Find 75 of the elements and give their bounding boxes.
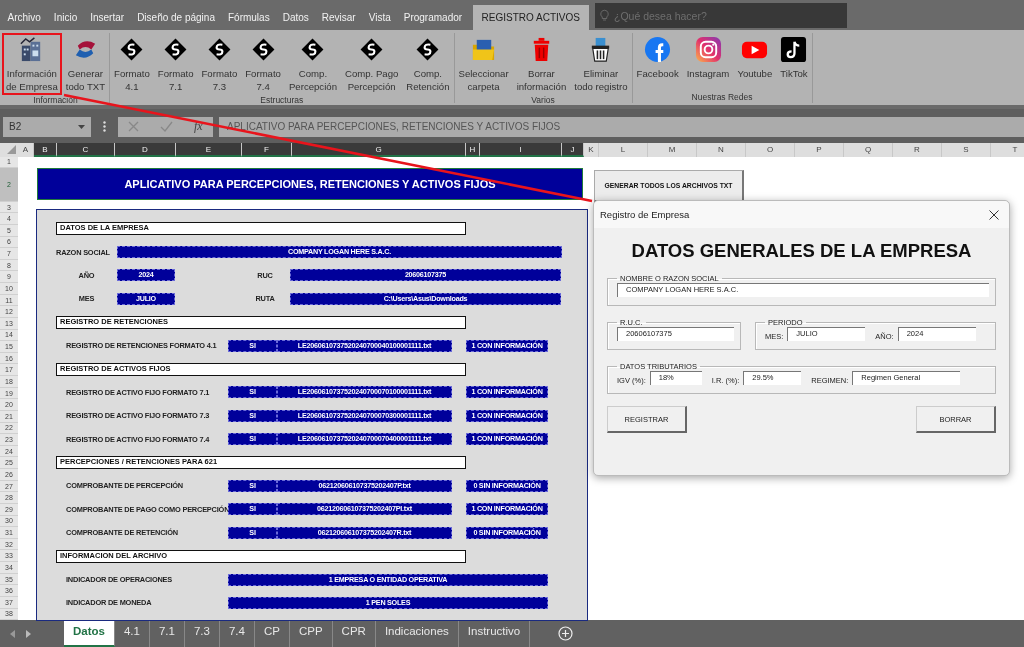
lightbulb-icon <box>599 9 609 22</box>
dialog-heading: DATOS GENERALES DE LA EMPRESA <box>630 240 973 262</box>
column-header[interactable]: R <box>893 143 942 157</box>
sheet-tab[interactable]: Indicaciones <box>375 620 459 647</box>
sheet-tab[interactable]: CP <box>254 620 290 647</box>
more-icon[interactable] <box>103 121 106 132</box>
column-header[interactable]: C <box>57 143 115 157</box>
column-header[interactable]: G <box>292 143 466 157</box>
right-arrow-icon[interactable] <box>26 629 32 638</box>
group-label: Varios <box>530 95 556 106</box>
sheet-tab[interactable]: 7.1 <box>149 620 185 647</box>
ribbon-button[interactable]: Comp. Pago Percepción <box>340 33 403 95</box>
ribbon-button[interactable]: Borrar información <box>512 33 571 95</box>
ribbon-button[interactable]: Facebook <box>632 33 683 92</box>
ribbon-tab[interactable]: Inicio <box>47 5 84 30</box>
add-sheet-icon[interactable] <box>558 626 574 641</box>
column-header[interactable]: Q <box>844 143 893 157</box>
group-label: Nuestras Redes <box>690 92 754 103</box>
column-header[interactable]: P <box>795 143 844 157</box>
ribbon-tab[interactable]: Archivo <box>1 5 48 30</box>
sheet-tab[interactable]: CPR <box>332 620 376 647</box>
ribbon-button[interactable]: Formato 4.1 <box>110 33 154 95</box>
sheet-tab[interactable]: 4.1 <box>114 620 150 647</box>
ribbon-button[interactable]: Generar todo TXT <box>61 33 110 95</box>
sheet-tab[interactable]: 7.3 <box>184 620 220 647</box>
column-header[interactable]: S <box>942 143 991 157</box>
instagram-icon <box>694 36 722 63</box>
column-header[interactable]: N <box>697 143 746 157</box>
ribbon-tab[interactable]: Diseño de página <box>130 5 222 30</box>
dialog-title: Registro de Empresa <box>600 209 690 220</box>
ribbon-button[interactable]: Instagram <box>682 33 734 92</box>
ribbon-tab[interactable]: Fórmulas <box>221 5 277 30</box>
column-header[interactable]: F <box>242 143 292 157</box>
column-header[interactable]: H <box>466 143 480 157</box>
check-icon[interactable] <box>160 121 174 132</box>
ribbon-button[interactable]: Eliminar todo registro <box>570 33 632 95</box>
sheet-tab[interactable]: CPP <box>289 620 333 647</box>
ribbon-button[interactable]: Youtube <box>733 33 777 92</box>
left-arrow-icon[interactable] <box>10 629 16 638</box>
close-icon[interactable] <box>989 209 999 220</box>
column-header[interactable]: E <box>176 143 242 157</box>
ribbon-button[interactable]: Formato 7.3 <box>197 33 242 95</box>
ribbon-tab[interactable]: Revisar <box>315 5 363 30</box>
ribbon-button[interactable]: Formato 7.1 <box>153 33 198 95</box>
facebook-icon <box>644 36 672 63</box>
ribbon-tab[interactable]: Datos <box>276 5 316 30</box>
sheet-tab[interactable]: Instructivo <box>458 620 531 647</box>
tiktok-icon <box>780 36 808 63</box>
ribbon-button[interactable]: TikTok <box>776 33 812 92</box>
caret-icon <box>78 124 85 129</box>
ribbon-button[interactable]: Comp. Retención <box>402 33 454 95</box>
column-header[interactable]: B <box>34 143 57 157</box>
ribbon-tab[interactable]: Programador <box>397 5 469 30</box>
column-header[interactable]: M <box>648 143 697 157</box>
column-header[interactable]: I <box>480 143 562 157</box>
insert-function-button[interactable]: fx <box>193 119 203 134</box>
column-header[interactable]: L <box>599 143 648 157</box>
column-header[interactable]: K <box>584 143 599 157</box>
ribbon-tab[interactable]: REGISTRO ACTIVOS <box>472 5 589 30</box>
ribbon-button[interactable]: Formato 7.4 <box>241 33 285 95</box>
sheet-tab[interactable]: Datos <box>64 620 115 647</box>
title-banner: APLICATIVO PARA PERCEPCIONES, RETENCIONES Y ACTIVOS FIJOS <box>37 168 583 200</box>
ribbon-button[interactable]: Comp. Percepción <box>284 33 341 95</box>
ribbon-button[interactable]: Seleccionar carpeta <box>454 33 513 95</box>
group-label: Estructuras <box>259 95 305 106</box>
ribbon-button[interactable]: Información de Empresa <box>2 33 62 95</box>
sheet-tab[interactable]: 7.4 <box>219 620 255 647</box>
group-label: Información <box>32 95 79 106</box>
ribbon-tab[interactable]: Insertar <box>83 5 131 30</box>
ribbon-tab[interactable]: Vista <box>362 5 398 30</box>
column-header[interactable]: J <box>562 143 584 157</box>
column-header[interactable]: O <box>746 143 795 157</box>
column-header[interactable]: T <box>991 143 1024 157</box>
column-header[interactable]: D <box>115 143 176 157</box>
name-box[interactable]: B2 <box>3 116 91 137</box>
